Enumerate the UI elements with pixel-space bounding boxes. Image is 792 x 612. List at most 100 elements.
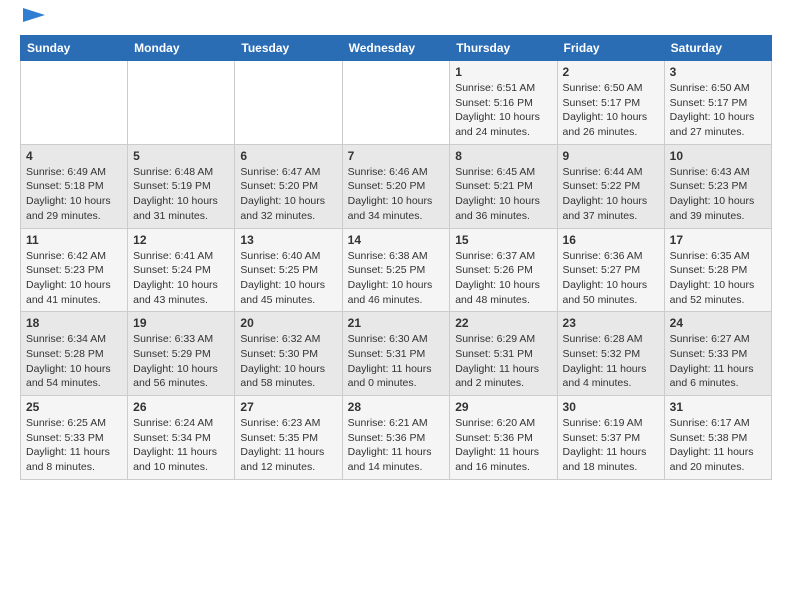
- day-number: 22: [455, 316, 551, 330]
- calendar-cell: 13 Sunrise: 6:40 AMSunset: 5:25 PMDayligh…: [235, 228, 342, 312]
- calendar-cell: 8Sunrise: 6:45 AMSunset: 5:21 PMDaylight…: [450, 144, 557, 228]
- day-number: 16: [563, 233, 659, 247]
- day-info: Sunrise: 6:25 AMSunset: 5:33 PMDaylight:…: [26, 416, 122, 475]
- day-number: 17: [670, 233, 766, 247]
- day-number: 27: [240, 400, 336, 414]
- page-header: [20, 16, 772, 27]
- calendar-dow-sunday: Sunday: [21, 36, 128, 61]
- calendar-cell: 22 Sunrise: 6:29 AMSunset: 5:31 PMDayligh…: [450, 312, 557, 396]
- day-info: Sunrise: 6:45 AMSunset: 5:21 PMDaylight:…: [455, 165, 551, 224]
- calendar-cell: 12 Sunrise: 6:41 AMSunset: 5:24 PMDayligh…: [128, 228, 235, 312]
- calendar-cell: 21 Sunrise: 6:30 AMSunset: 5:31 PMDayligh…: [342, 312, 450, 396]
- logo: [20, 16, 45, 27]
- day-info: Sunrise: 6:36 AMSunset: 5:27 PMDaylight:…: [563, 249, 659, 308]
- calendar-cell: 31 Sunrise: 6:17 AMSunset: 5:38 PMDayligh…: [664, 396, 771, 480]
- calendar-cell: 18 Sunrise: 6:34 AMSunset: 5:28 PMDayligh…: [21, 312, 128, 396]
- calendar-cell: 26 Sunrise: 6:24 AMSunset: 5:34 PMDayligh…: [128, 396, 235, 480]
- calendar-cell: [342, 61, 450, 145]
- day-info: Sunrise: 6:34 AMSunset: 5:28 PMDaylight:…: [26, 332, 122, 391]
- day-number: 25: [26, 400, 122, 414]
- day-info: Sunrise: 6:19 AMSunset: 5:37 PMDaylight:…: [563, 416, 659, 475]
- day-number: 26: [133, 400, 229, 414]
- day-info: Sunrise: 6:21 AMSunset: 5:36 PMDaylight:…: [348, 416, 445, 475]
- calendar-cell: 16 Sunrise: 6:36 AMSunset: 5:27 PMDayligh…: [557, 228, 664, 312]
- logo-flag-icon: [23, 8, 45, 27]
- day-number: 5: [133, 149, 229, 163]
- day-info: Sunrise: 6:38 AMSunset: 5:25 PMDaylight:…: [348, 249, 445, 308]
- calendar-cell: 14 Sunrise: 6:38 AMSunset: 5:25 PMDayligh…: [342, 228, 450, 312]
- day-number: 19: [133, 316, 229, 330]
- day-info: Sunrise: 6:35 AMSunset: 5:28 PMDaylight:…: [670, 249, 766, 308]
- calendar-week-1: 1 Sunrise: 6:51 AMSunset: 5:16 PMDaylight…: [21, 61, 772, 145]
- day-number: 28: [348, 400, 445, 414]
- calendar-dow-wednesday: Wednesday: [342, 36, 450, 61]
- calendar-cell: 9 Sunrise: 6:44 AMSunset: 5:22 PMDaylight…: [557, 144, 664, 228]
- calendar-cell: [235, 61, 342, 145]
- day-number: 15: [455, 233, 551, 247]
- calendar-dow-monday: Monday: [128, 36, 235, 61]
- day-info: Sunrise: 6:43 AMSunset: 5:23 PMDaylight:…: [670, 165, 766, 224]
- day-number: 9: [563, 149, 659, 163]
- calendar-cell: 23 Sunrise: 6:28 AMSunset: 5:32 PMDayligh…: [557, 312, 664, 396]
- calendar-cell: 27 Sunrise: 6:23 AMSunset: 5:35 PMDayligh…: [235, 396, 342, 480]
- calendar-cell: [128, 61, 235, 145]
- day-info: Sunrise: 6:44 AMSunset: 5:22 PMDaylight:…: [563, 165, 659, 224]
- day-info: Sunrise: 6:30 AMSunset: 5:31 PMDaylight:…: [348, 332, 445, 391]
- calendar-cell: [21, 61, 128, 145]
- day-info: Sunrise: 6:23 AMSunset: 5:35 PMDaylight:…: [240, 416, 336, 475]
- calendar-cell: 19Sunrise: 6:33 AMSunset: 5:29 PMDayligh…: [128, 312, 235, 396]
- day-number: 18: [26, 316, 122, 330]
- day-info: Sunrise: 6:50 AMSunset: 5:17 PMDaylight:…: [563, 81, 659, 140]
- day-info: Sunrise: 6:48 AMSunset: 5:19 PMDaylight:…: [133, 165, 229, 224]
- calendar-dow-saturday: Saturday: [664, 36, 771, 61]
- calendar-week-3: 11Sunrise: 6:42 AMSunset: 5:23 PMDayligh…: [21, 228, 772, 312]
- day-info: Sunrise: 6:47 AMSunset: 5:20 PMDaylight:…: [240, 165, 336, 224]
- day-info: Sunrise: 6:32 AMSunset: 5:30 PMDaylight:…: [240, 332, 336, 391]
- day-number: 13: [240, 233, 336, 247]
- calendar-cell: 5 Sunrise: 6:48 AMSunset: 5:19 PMDaylight…: [128, 144, 235, 228]
- day-info: Sunrise: 6:17 AMSunset: 5:38 PMDaylight:…: [670, 416, 766, 475]
- day-info: Sunrise: 6:41 AMSunset: 5:24 PMDaylight:…: [133, 249, 229, 308]
- day-number: 4: [26, 149, 122, 163]
- day-number: 2: [563, 65, 659, 79]
- day-info: Sunrise: 6:28 AMSunset: 5:32 PMDaylight:…: [563, 332, 659, 391]
- day-number: 12: [133, 233, 229, 247]
- day-number: 29: [455, 400, 551, 414]
- day-info: Sunrise: 6:37 AMSunset: 5:26 PMDaylight:…: [455, 249, 551, 308]
- day-number: 1: [455, 65, 551, 79]
- day-info: Sunrise: 6:29 AMSunset: 5:31 PMDaylight:…: [455, 332, 551, 391]
- calendar-cell: 1 Sunrise: 6:51 AMSunset: 5:16 PMDaylight…: [450, 61, 557, 145]
- calendar-header-row: SundayMondayTuesdayWednesdayThursdayFrid…: [21, 36, 772, 61]
- day-info: Sunrise: 6:40 AMSunset: 5:25 PMDaylight:…: [240, 249, 336, 308]
- calendar-cell: 30 Sunrise: 6:19 AMSunset: 5:37 PMDayligh…: [557, 396, 664, 480]
- day-info: Sunrise: 6:42 AMSunset: 5:23 PMDaylight:…: [26, 249, 122, 308]
- calendar-dow-thursday: Thursday: [450, 36, 557, 61]
- calendar-cell: 6 Sunrise: 6:47 AMSunset: 5:20 PMDaylight…: [235, 144, 342, 228]
- calendar-cell: 29 Sunrise: 6:20 AMSunset: 5:36 PMDayligh…: [450, 396, 557, 480]
- day-number: 23: [563, 316, 659, 330]
- calendar-cell: 25 Sunrise: 6:25 AMSunset: 5:33 PMDayligh…: [21, 396, 128, 480]
- calendar-cell: 24Sunrise: 6:27 AMSunset: 5:33 PMDayligh…: [664, 312, 771, 396]
- calendar-table: SundayMondayTuesdayWednesdayThursdayFrid…: [20, 35, 772, 480]
- calendar-cell: 10 Sunrise: 6:43 AMSunset: 5:23 PMDayligh…: [664, 144, 771, 228]
- calendar-cell: 2 Sunrise: 6:50 AMSunset: 5:17 PMDaylight…: [557, 61, 664, 145]
- calendar-cell: 7Sunrise: 6:46 AMSunset: 5:20 PMDaylight…: [342, 144, 450, 228]
- calendar-cell: 17 Sunrise: 6:35 AMSunset: 5:28 PMDayligh…: [664, 228, 771, 312]
- day-info: Sunrise: 6:20 AMSunset: 5:36 PMDaylight:…: [455, 416, 551, 475]
- day-number: 6: [240, 149, 336, 163]
- day-number: 31: [670, 400, 766, 414]
- day-info: Sunrise: 6:24 AMSunset: 5:34 PMDaylight:…: [133, 416, 229, 475]
- day-number: 7: [348, 149, 445, 163]
- calendar-dow-friday: Friday: [557, 36, 664, 61]
- calendar-cell: 11Sunrise: 6:42 AMSunset: 5:23 PMDayligh…: [21, 228, 128, 312]
- day-number: 21: [348, 316, 445, 330]
- calendar-cell: 3Sunrise: 6:50 AMSunset: 5:17 PMDaylight…: [664, 61, 771, 145]
- day-number: 14: [348, 233, 445, 247]
- day-number: 30: [563, 400, 659, 414]
- day-info: Sunrise: 6:49 AMSunset: 5:18 PMDaylight:…: [26, 165, 122, 224]
- day-info: Sunrise: 6:27 AMSunset: 5:33 PMDaylight:…: [670, 332, 766, 391]
- day-number: 10: [670, 149, 766, 163]
- calendar-week-5: 25 Sunrise: 6:25 AMSunset: 5:33 PMDayligh…: [21, 396, 772, 480]
- day-info: Sunrise: 6:50 AMSunset: 5:17 PMDaylight:…: [670, 81, 766, 140]
- day-info: Sunrise: 6:51 AMSunset: 5:16 PMDaylight:…: [455, 81, 551, 140]
